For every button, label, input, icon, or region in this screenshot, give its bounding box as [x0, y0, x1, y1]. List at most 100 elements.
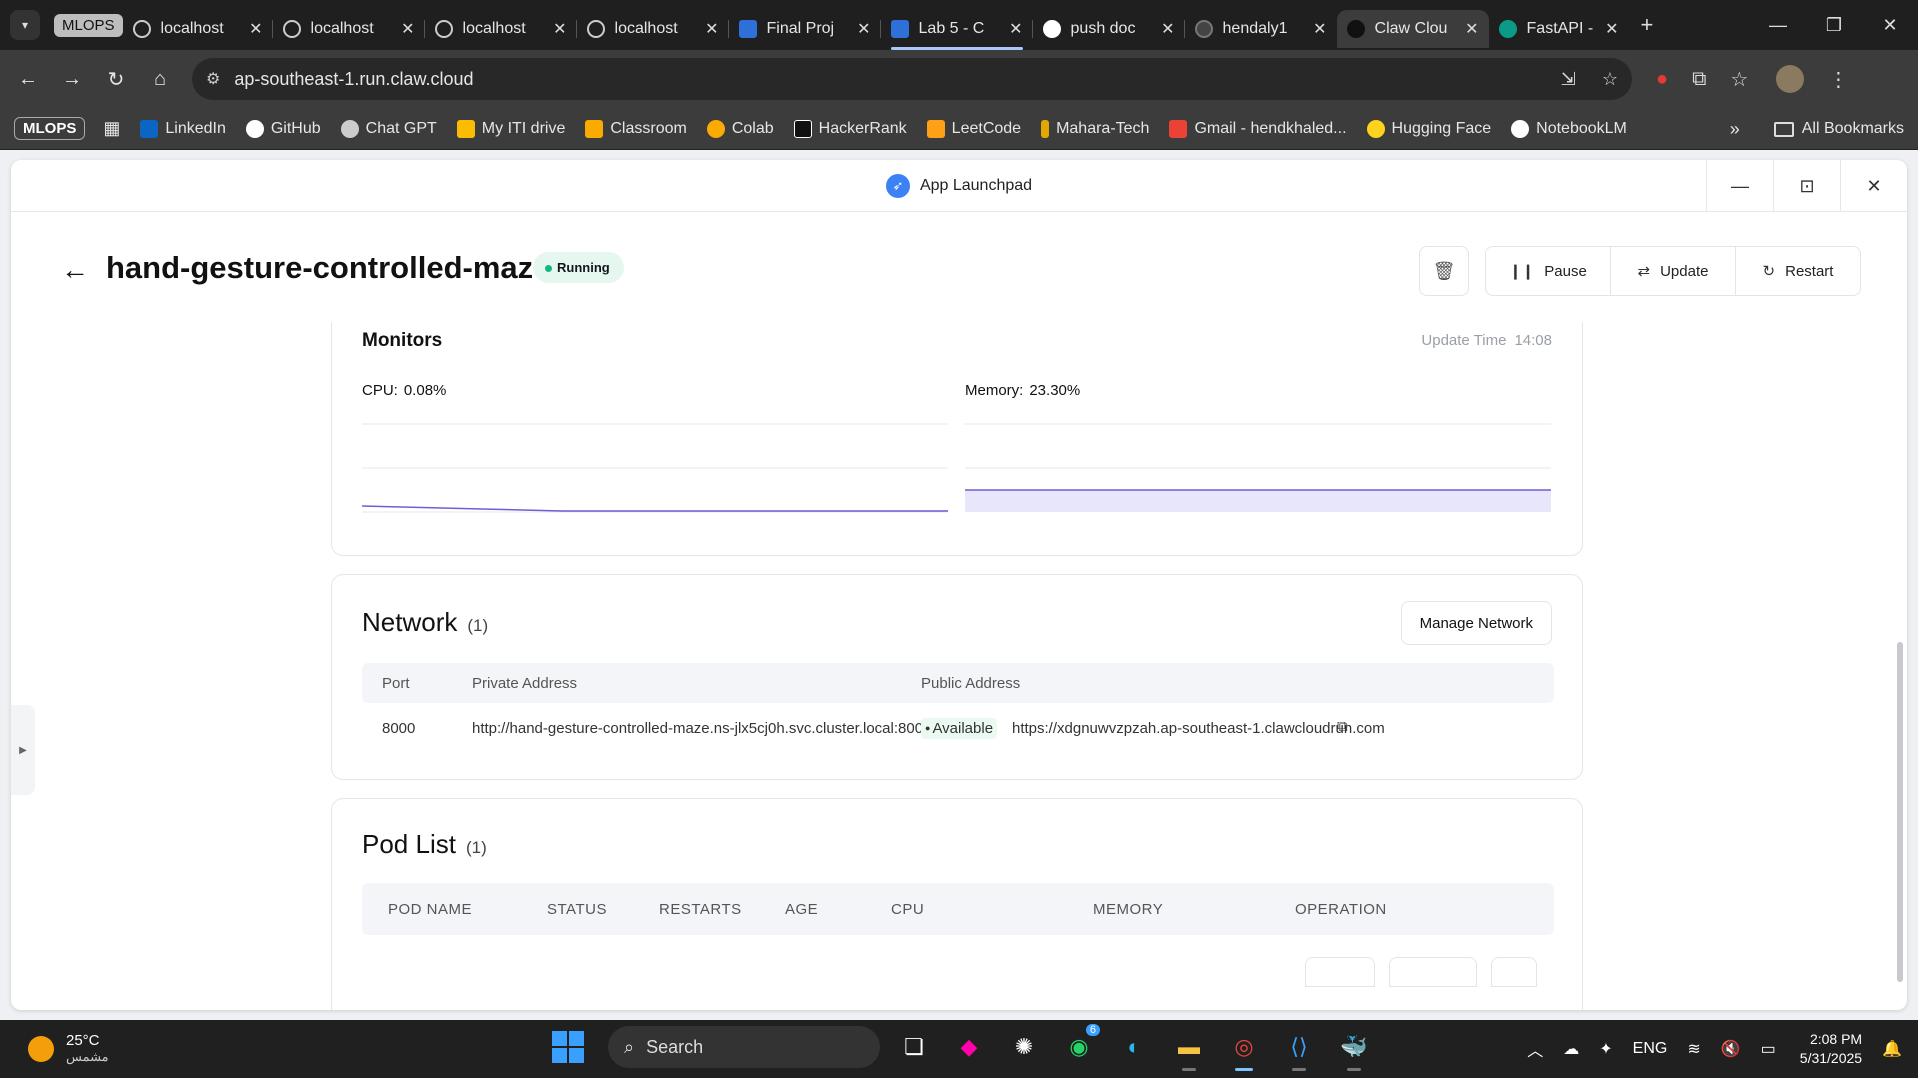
docker-icon[interactable]: 🐳	[1333, 1026, 1375, 1071]
pod-operation-button[interactable]	[1491, 957, 1537, 987]
bookmark-huggingface[interactable]: Hugging Face	[1366, 119, 1491, 138]
browser-tab[interactable]: localhost ✕	[577, 10, 729, 48]
private-address-cell[interactable]: http://hand-gesture-controlled-maze.ns-j…	[472, 720, 931, 737]
bookmark-chatgpt[interactable]: Chat GPT	[340, 119, 437, 138]
forward-icon[interactable]: →	[50, 68, 94, 91]
chatgpt-icon[interactable]: ✺	[1003, 1026, 1045, 1068]
bookmark-maharatech[interactable]: Mahara-Tech	[1041, 119, 1149, 138]
bookmark-classroom[interactable]: Classroom	[585, 119, 687, 138]
close-icon[interactable]: ✕	[1161, 19, 1174, 39]
bookmark-hackerrank[interactable]: HackerRank	[793, 119, 907, 138]
browser-tab-active[interactable]: Claw Clou ✕	[1336, 10, 1489, 48]
tab-label: localhost	[462, 20, 526, 37]
more-bookmarks-icon[interactable]: »	[1730, 119, 1740, 140]
menu-kebab-icon[interactable]: ⋮	[1828, 67, 1848, 92]
close-icon[interactable]: ✕	[1313, 19, 1326, 39]
all-bookmarks-link[interactable]: All Bookmarks	[1802, 120, 1904, 138]
browser-tab[interactable]: hendaly1 ✕	[1185, 10, 1337, 48]
bookmark-drive[interactable]: My ITI drive	[456, 119, 565, 138]
bookmark-gmail[interactable]: Gmail - hendkhaled...	[1169, 119, 1347, 138]
bookmark-group-chip[interactable]: MLOPS	[14, 117, 86, 140]
browser-tab[interactable]: localhost ✕	[123, 10, 273, 48]
restore-icon[interactable]: ❐	[1806, 0, 1862, 50]
file-explorer-icon[interactable]: ▬	[1168, 1026, 1210, 1071]
bookmark-leetcode[interactable]: LeetCode	[926, 119, 1021, 138]
copy-icon[interactable]: ⧉	[1337, 718, 1348, 735]
maximize-icon[interactable]: ⊡	[1773, 160, 1840, 212]
whatsapp-icon[interactable]: ◉ 6	[1058, 1024, 1100, 1068]
reload-icon[interactable]: ↻	[94, 67, 138, 92]
update-button[interactable]: ⇄ Update	[1610, 247, 1735, 295]
taskbar-search[interactable]: ⌕ Search	[608, 1026, 880, 1068]
reading-list-icon[interactable]: ☆	[1730, 67, 1748, 92]
browser-tab[interactable]: Lab 5 - C ✕	[881, 10, 1033, 50]
install-app-icon[interactable]: ⇲	[1561, 69, 1576, 90]
apps-grid-icon[interactable]: ▦	[103, 118, 120, 139]
bookmark-colab[interactable]: Colab	[706, 119, 774, 138]
address-bar[interactable]: ⚙ ap-southeast-1.run.claw.cloud ⇲ ☆	[192, 58, 1632, 100]
pod-operation-button[interactable]	[1389, 957, 1477, 987]
url-text[interactable]: ap-southeast-1.run.claw.cloud	[234, 69, 1534, 90]
minimize-icon[interactable]: —	[1706, 160, 1773, 212]
vscode-icon[interactable]: ⟨⟩	[1278, 1026, 1320, 1071]
scroll-content[interactable]: ▶ Monitors Update Time 14:08 CPU: 0.08% Me…	[11, 322, 1907, 1010]
bookmark-notebooklm[interactable]: NotebookLM	[1511, 119, 1627, 138]
browser-tab[interactable]: Final Proj ✕	[729, 10, 881, 48]
pause-icon: ❙❙	[1509, 263, 1535, 280]
home-icon[interactable]: ⌂	[138, 68, 182, 91]
weather-widget[interactable]: 25°C مشمس	[28, 1032, 109, 1065]
task-view-icon[interactable]: ❏	[893, 1026, 935, 1068]
edge-icon[interactable]: ◐	[1113, 1026, 1155, 1068]
chrome-icon[interactable]: ◎	[1223, 1026, 1265, 1071]
sidebar-toggle[interactable]: ▶	[11, 705, 35, 795]
extensions-puzzle-icon[interactable]: ⧉	[1692, 68, 1706, 91]
battery-icon[interactable]: ▭	[1761, 1039, 1776, 1059]
browser-tab[interactable]: localhost ✕	[425, 10, 577, 48]
notification-bell-icon[interactable]: 🔔	[1882, 1039, 1902, 1059]
restart-button[interactable]: ↻ Restart	[1735, 247, 1860, 295]
tab-label: Lab 5 - C	[918, 20, 985, 37]
browser-tab[interactable]: push doc ✕	[1033, 10, 1185, 48]
manage-network-button[interactable]: Manage Network	[1400, 601, 1552, 645]
bookmark-linkedin[interactable]: LinkedIn	[140, 119, 226, 138]
close-icon[interactable]: ✕	[1009, 19, 1022, 39]
close-icon[interactable]: ✕	[1465, 19, 1478, 39]
clock[interactable]: 2:08 PM 5/31/2025	[1800, 1030, 1862, 1068]
onedrive-icon[interactable]: ☁	[1563, 1039, 1579, 1059]
close-icon[interactable]: ✕	[1840, 160, 1907, 212]
close-icon[interactable]: ✕	[1605, 19, 1618, 39]
delete-button[interactable]: 🗑	[1419, 246, 1469, 296]
new-tab-icon[interactable]: +	[1641, 12, 1654, 38]
bookmark-star-icon[interactable]: ☆	[1602, 69, 1618, 90]
tab-group-chip[interactable]: MLOPS	[54, 13, 123, 37]
close-icon[interactable]: ✕	[401, 19, 414, 39]
browser-tab[interactable]: FastAPI - ✕	[1489, 10, 1629, 48]
tab-search-icon[interactable]: ▾	[10, 10, 40, 40]
close-icon[interactable]: ✕	[857, 19, 870, 39]
back-arrow-icon[interactable]: ←	[61, 254, 89, 286]
close-icon[interactable]: ✕	[553, 19, 566, 39]
chevron-up-icon[interactable]: ︿	[1527, 1037, 1543, 1061]
language-indicator[interactable]: ENG	[1633, 1040, 1668, 1058]
bookmark-github[interactable]: GitHub	[245, 119, 321, 138]
back-icon[interactable]: ←	[6, 68, 50, 91]
minimize-icon[interactable]: —	[1750, 0, 1806, 50]
browser-tab[interactable]: localhost ✕	[273, 10, 425, 48]
close-icon[interactable]: ✕	[249, 19, 262, 39]
extension-icon[interactable]: ●	[1656, 68, 1668, 91]
scrollbar[interactable]	[1897, 642, 1903, 982]
weather-text: 25°C مشمس	[66, 1032, 109, 1065]
pause-button[interactable]: ❙❙ Pause	[1486, 247, 1610, 295]
copilot-icon[interactable]: ◆	[948, 1026, 990, 1068]
close-window-icon[interactable]: ✕	[1862, 0, 1918, 50]
close-icon[interactable]: ✕	[705, 19, 718, 39]
volume-muted-icon[interactable]: 🔇	[1721, 1039, 1741, 1059]
windows-start-icon[interactable]	[552, 1031, 584, 1063]
site-info-icon[interactable]: ⚙	[206, 69, 220, 89]
teams-icon[interactable]: ✦	[1599, 1039, 1612, 1059]
column-header-public: Public Address	[921, 675, 1021, 692]
profile-avatar[interactable]	[1776, 65, 1805, 93]
pod-operation-button[interactable]	[1305, 957, 1375, 987]
public-address-link[interactable]: https://xdgnuwvzpzah.ap-southeast-1.claw…	[1012, 720, 1385, 737]
wifi-icon[interactable]: ≋	[1687, 1039, 1700, 1059]
